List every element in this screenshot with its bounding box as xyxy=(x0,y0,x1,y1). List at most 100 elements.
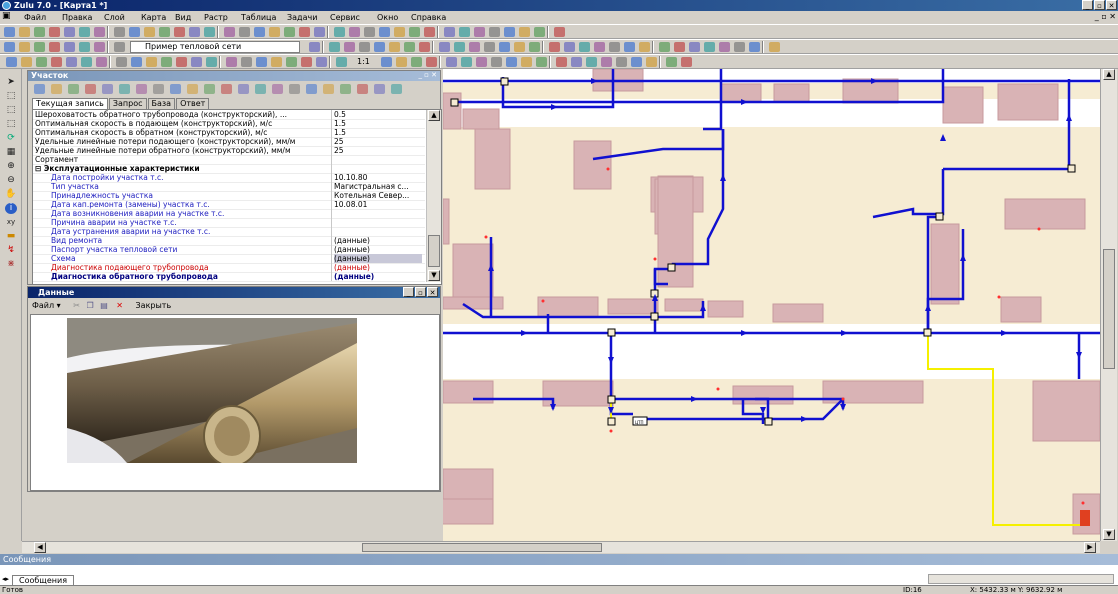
panel-toolbar-icon[interactable] xyxy=(255,84,266,94)
panel-toolbar-icon[interactable] xyxy=(119,84,130,94)
toolbar-button-icon[interactable] xyxy=(394,27,405,37)
toolbar-button-icon[interactable] xyxy=(174,27,185,37)
toolbar-button-icon[interactable] xyxy=(189,27,200,37)
grid-scroll-up[interactable]: ▲ xyxy=(428,110,440,121)
grid-row-value[interactable]: (данные) xyxy=(334,245,422,254)
panel-toolbar-icon[interactable] xyxy=(68,84,79,94)
toolbar-button-icon[interactable] xyxy=(284,27,295,37)
panel-toolbar-icon[interactable] xyxy=(374,84,385,94)
menu-help[interactable]: Справка xyxy=(411,12,446,23)
toolbar-button-icon[interactable] xyxy=(19,27,30,37)
tab-query[interactable]: Запрос xyxy=(108,98,147,109)
doc-icon[interactable]: ▣ xyxy=(2,11,11,22)
copy-icon[interactable]: ❐ xyxy=(86,301,93,310)
toolbar-button-icon[interactable] xyxy=(349,27,360,37)
toolbar-button-icon[interactable] xyxy=(444,27,455,37)
toolbar-button-icon[interactable] xyxy=(114,27,125,37)
toolbar-button-icon[interactable] xyxy=(639,42,650,52)
grid-row-value[interactable]: (данные) xyxy=(334,254,422,263)
toolbar-button-icon[interactable] xyxy=(459,27,470,37)
toolbar-button-icon[interactable] xyxy=(6,57,17,67)
toolbar-button-icon[interactable] xyxy=(336,57,347,67)
close-button[interactable]: ✕ xyxy=(1106,0,1117,10)
grid-row[interactable]: Диагностика обратного трубопровода (данны… xyxy=(33,272,425,282)
toolbar-button-icon[interactable] xyxy=(624,42,635,52)
toolbar-button-icon[interactable] xyxy=(36,57,47,67)
toolbar-button-icon[interactable] xyxy=(51,57,62,67)
menu-raster[interactable]: Растр xyxy=(204,12,228,23)
tab-base[interactable]: База xyxy=(147,98,176,109)
scroll-right-button[interactable]: ▶ xyxy=(1084,542,1096,553)
panel-toolbar-icon[interactable] xyxy=(272,84,283,94)
attribute-grid[interactable]: Шероховатость обратного трубопровода (ко… xyxy=(32,109,442,285)
toolbar-button-icon[interactable] xyxy=(359,42,370,52)
paste-icon[interactable]: ▤ xyxy=(100,301,108,310)
menu-window[interactable]: Окно xyxy=(377,12,398,23)
toolbar-button-icon[interactable] xyxy=(161,57,172,67)
toolbar-button-icon[interactable] xyxy=(314,27,325,37)
toolbar-button-icon[interactable] xyxy=(556,57,567,67)
grid-row-value[interactable]: (данные) xyxy=(334,263,422,272)
tab-current-record[interactable]: Текущая запись xyxy=(32,98,108,109)
toolbar-button-icon[interactable] xyxy=(301,57,312,67)
zoom-extent-icon[interactable]: ▦ xyxy=(5,147,17,158)
panel-toolbar-icon[interactable] xyxy=(136,84,147,94)
toolbar-button-icon[interactable] xyxy=(116,57,127,67)
grid-row-value[interactable]: Магистральная с... xyxy=(334,182,422,191)
panel-toolbar-icon[interactable] xyxy=(187,84,198,94)
toolbar-button-icon[interactable] xyxy=(271,57,282,67)
panel-toolbar-icon[interactable] xyxy=(221,84,232,94)
coords-icon[interactable]: xy xyxy=(5,217,17,228)
toolbar-button-icon[interactable] xyxy=(446,57,457,67)
toolbar-button-icon[interactable] xyxy=(469,42,480,52)
select-info-icon[interactable]: ⬚ xyxy=(5,105,17,116)
maximize-button[interactable]: ▫ xyxy=(1094,0,1105,10)
toolbar-button-icon[interactable] xyxy=(404,42,415,52)
toolbar-button-icon[interactable] xyxy=(424,27,435,37)
panel-toolbar-icon[interactable] xyxy=(34,84,45,94)
grid-row-value[interactable]: (данные) xyxy=(334,236,422,245)
toolbar-button-icon[interactable] xyxy=(489,27,500,37)
panel-toolbar-icon[interactable] xyxy=(153,84,164,94)
toolbar-button-icon[interactable] xyxy=(554,27,565,37)
toolbar-button-icon[interactable] xyxy=(329,42,340,52)
toolbar-button-icon[interactable] xyxy=(66,57,77,67)
toolbar-button-icon[interactable] xyxy=(484,42,495,52)
minimize-button[interactable]: _ xyxy=(1082,0,1093,10)
toolbar-button-icon[interactable] xyxy=(21,57,32,67)
toolbar-button-icon[interactable] xyxy=(374,42,385,52)
map-canvas[interactable]: ЦТП xyxy=(443,69,1100,541)
layer-combo[interactable]: Пример тепловой сети xyxy=(130,41,300,53)
toolbar-button-icon[interactable] xyxy=(461,57,472,67)
panel-toolbar-icon[interactable] xyxy=(323,84,334,94)
data-maximize-button[interactable]: ▫ xyxy=(415,287,426,297)
menu-file[interactable]: Файл xyxy=(24,12,46,23)
toolbar-button-icon[interactable] xyxy=(666,57,677,67)
toolbar-button-icon[interactable] xyxy=(389,42,400,52)
toolbar-button-icon[interactable] xyxy=(439,42,450,52)
toolbar-button-icon[interactable] xyxy=(594,42,605,52)
toolbar-button-icon[interactable] xyxy=(224,27,235,37)
toolbar-button-icon[interactable] xyxy=(34,27,45,37)
scroll-thumb[interactable] xyxy=(1103,249,1115,369)
toolbar-button-icon[interactable] xyxy=(521,57,532,67)
grid-scroll-thumb[interactable] xyxy=(428,235,440,267)
toolbar-button-icon[interactable] xyxy=(601,57,612,67)
panel-toolbar-icon[interactable] xyxy=(170,84,181,94)
map-vertical-scrollbar[interactable]: ▲ ▼ xyxy=(1100,69,1117,541)
menu-service[interactable]: Сервис xyxy=(330,12,360,23)
messages-scrollbar[interactable] xyxy=(928,574,1114,584)
close-data-button[interactable]: Закрыть xyxy=(136,301,172,310)
mdi-window-buttons[interactable]: _ ▫ ✕ xyxy=(1095,12,1116,21)
toolbar-button-icon[interactable] xyxy=(499,42,510,52)
toolbar-button-icon[interactable] xyxy=(256,57,267,67)
panel-toolbar-icon[interactable] xyxy=(289,84,300,94)
toolbar-button-icon[interactable] xyxy=(144,27,155,37)
data-file-menu[interactable]: Файл ▾ xyxy=(32,301,61,310)
toolbar-button-icon[interactable] xyxy=(94,27,105,37)
toolbar-button-icon[interactable] xyxy=(529,42,540,52)
toolbar-button-icon[interactable] xyxy=(491,57,502,67)
toolbar-button-icon[interactable] xyxy=(769,42,780,52)
toolbar-button-icon[interactable] xyxy=(81,57,92,67)
toolbar-button-icon[interactable] xyxy=(534,27,545,37)
